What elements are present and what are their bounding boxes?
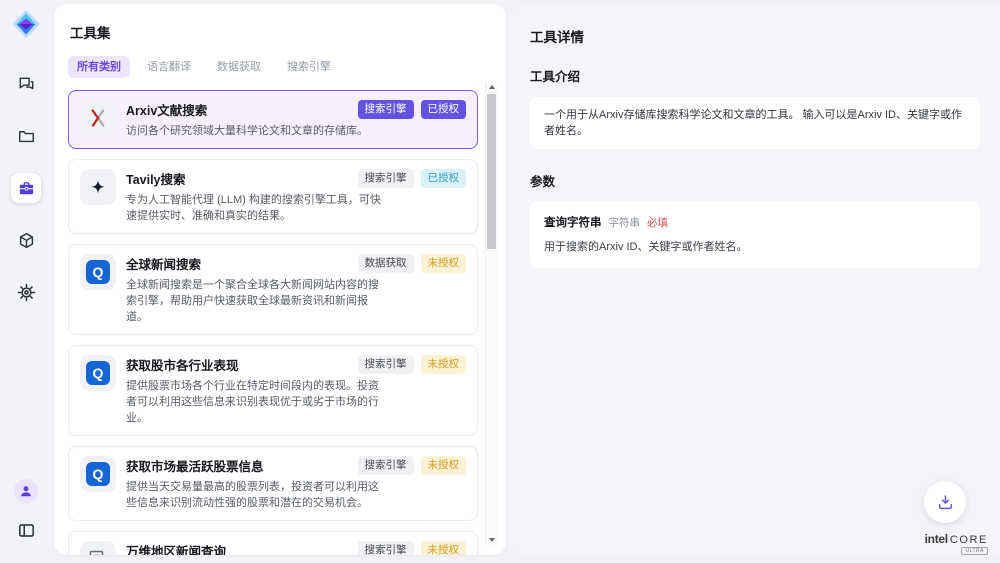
tool-name: 获取市场最活跃股票信息 (126, 456, 264, 475)
tab-2[interactable]: 语言翻译 (138, 56, 200, 78)
tab-3[interactable]: 数据获取 (208, 56, 270, 78)
category-badge: 搜索引擎 (358, 456, 414, 475)
tab-1[interactable]: 所有类别 (68, 56, 130, 78)
toolbox-icon[interactable] (11, 173, 41, 203)
tab-4[interactable]: 搜索引擎 (278, 56, 340, 78)
param-required-flag: 必填 (647, 215, 668, 231)
detail-title: 工具详情 (530, 26, 980, 46)
news-logo-icon (80, 541, 116, 555)
category-badge: 数据获取 (358, 254, 414, 273)
tools-panel: 工具集 所有类别语言翻译数据获取搜索引擎 Arxiv文献搜索 搜索引擎 已授权 … (54, 4, 506, 555)
tool-card[interactable]: 万维地区新闻查询 搜索引擎 未授权 查询具体行政区划内的新闻，快速了解各地新闻动 (68, 531, 478, 555)
auth-status-badge: 未授权 (421, 456, 467, 475)
category-badge: 搜索引擎 (358, 100, 414, 119)
intel-wordmark: intel (925, 532, 948, 546)
tool-description: 提供当天交易量最高的股票列表，投资者可以利用这些信息来识别流动性强的股票和潜在的… (126, 479, 388, 511)
cube-icon[interactable] (11, 225, 41, 255)
app-window: 工具集 所有类别语言翻译数据获取搜索引擎 Arxiv文献搜索 搜索引擎 已授权 … (0, 0, 1000, 563)
arxiv-logo-icon (80, 100, 116, 136)
scrollbar-down-arrow[interactable] (486, 535, 497, 545)
param-description: 用于搜索的Arxiv ID、关键字或作者姓名。 (544, 239, 966, 255)
intro-heading: 工具介绍 (530, 66, 980, 85)
category-tabs: 所有类别语言翻译数据获取搜索引擎 (68, 56, 478, 78)
tool-name: 全球新闻搜索 (126, 254, 201, 273)
params-heading: 参数 (530, 171, 980, 190)
app-logo-icon[interactable] (9, 7, 43, 41)
page-title: 工具集 (70, 22, 478, 42)
auth-status-badge: 未授权 (421, 541, 467, 556)
tool-card[interactable]: Q 获取股市各行业表现 搜索引擎 未授权 提供股票市场各个行业在特定时间段内的表… (68, 345, 478, 436)
tool-card-list: Arxiv文献搜索 搜索引擎 已授权 访问各个研究领域大量科学论文和文章的存储库… (68, 90, 478, 555)
tool-name: Tavily搜索 (126, 169, 186, 188)
juhe-logo-icon: Q (80, 456, 116, 492)
chat-icon[interactable] (11, 69, 41, 99)
category-badge: 搜索引擎 (358, 355, 414, 374)
param-type: 字符串 (609, 215, 641, 231)
juhe-logo-icon: Q (80, 355, 116, 391)
scrollbar-thumb[interactable] (487, 94, 496, 249)
tavily-logo-icon (80, 169, 116, 205)
param-name: 查询字符串 (544, 215, 602, 231)
folder-icon[interactable] (11, 121, 41, 151)
tool-name: 万维地区新闻查询 (126, 541, 226, 556)
tool-name: 获取股市各行业表现 (126, 355, 239, 374)
auth-status-badge: 未授权 (421, 355, 467, 374)
scrollbar-up-arrow[interactable] (486, 82, 497, 92)
tool-name: Arxiv文献搜索 (126, 100, 207, 119)
tool-intro-text: 一个用于从Arxiv存储库搜索科学论文和文章的工具。 输入可以是Arxiv ID… (530, 97, 980, 149)
panel-toggle-icon[interactable] (11, 515, 41, 545)
tool-card[interactable]: Arxiv文献搜索 搜索引擎 已授权 访问各个研究领域大量科学论文和文章的存储库… (68, 90, 478, 149)
tool-card[interactable]: Tavily搜索 搜索引擎 已授权 专为人工智能代理 (LLM) 构建的搜索引擎… (68, 159, 478, 234)
download-button[interactable] (924, 481, 966, 523)
download-icon (936, 493, 955, 512)
list-scrollbar[interactable] (485, 82, 497, 545)
category-badge: 搜索引擎 (358, 169, 414, 188)
auth-status-badge: 已授权 (421, 100, 467, 119)
tool-description: 专为人工智能代理 (LLM) 构建的搜索引擎工具，可快速提供实时、准确和真实的结… (126, 192, 388, 224)
parameter-card: 查询字符串 字符串 必填 用于搜索的Arxiv ID、关键字或作者姓名。 (530, 202, 980, 268)
intel-ultra-badge: ultra (961, 547, 988, 555)
tool-description: 全球新闻搜索是一个聚合全球各大新闻网站内容的搜索引擎，帮助用户快速获取全球最新资… (126, 277, 388, 325)
core-wordmark: core (950, 534, 988, 546)
juhe-logo-icon: Q (80, 254, 116, 290)
left-nav-rail (0, 0, 52, 555)
auth-status-badge: 未授权 (421, 254, 467, 273)
user-avatar[interactable] (14, 479, 38, 503)
tool-detail-panel: 工具详情 工具介绍 一个用于从Arxiv存储库搜索科学论文和文章的工具。 输入可… (510, 4, 1000, 555)
tool-description: 提供股票市场各个行业在特定时间段内的表现。投资者可以利用这些信息来识别表现优于或… (126, 378, 388, 426)
intel-core-logo: intel core ultra (925, 532, 988, 555)
category-badge: 搜索引擎 (358, 541, 414, 556)
gear-icon[interactable] (11, 277, 41, 307)
auth-status-badge: 已授权 (421, 169, 467, 188)
tool-card[interactable]: Q 获取市场最活跃股票信息 搜索引擎 未授权 提供当天交易量最高的股票列表，投资… (68, 446, 478, 521)
tool-description: 访问各个研究领域大量科学论文和文章的存储库。 (126, 123, 388, 139)
tool-card[interactable]: Q 全球新闻搜索 数据获取 未授权 全球新闻搜索是一个聚合全球各大新闻网站内容的… (68, 244, 478, 335)
